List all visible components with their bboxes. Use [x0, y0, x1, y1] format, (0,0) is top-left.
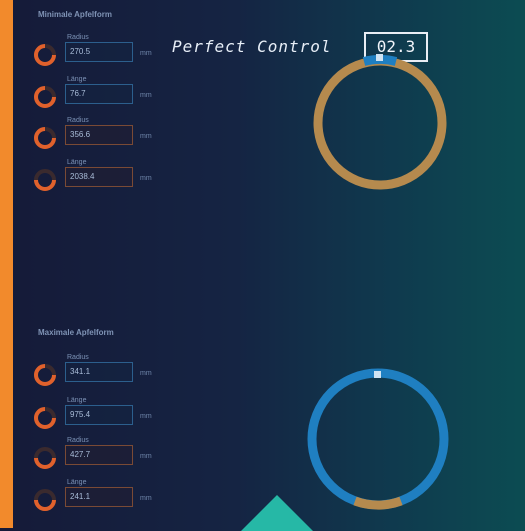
param-min-radius-2: Radius 356.6 mm	[33, 117, 173, 157]
ring-icon	[34, 86, 56, 108]
param-min-length-1: Länge 76.7 mm	[33, 76, 173, 116]
param-max-length-1: Länge 975.4 mm	[33, 397, 173, 437]
unit-label: mm	[140, 370, 152, 377]
minimal-shape-ring	[313, 54, 447, 190]
ring-icon	[34, 364, 56, 386]
param-label: Radius	[67, 354, 89, 361]
unit-label: mm	[140, 495, 152, 502]
unit-label: mm	[140, 133, 152, 140]
param-label: Länge	[67, 76, 87, 83]
triangle-indicator	[241, 495, 313, 531]
ring-marker	[376, 54, 383, 61]
maximal-shape-ring	[307, 368, 449, 510]
param-label: Radius	[67, 117, 89, 124]
length-input[interactable]: 241.1	[65, 487, 133, 507]
param-label: Länge	[67, 397, 87, 404]
section-title-minimal: Minimale Apfelform	[38, 10, 112, 19]
ring-icon	[34, 447, 56, 469]
accent-bar	[0, 0, 13, 528]
ring-icon	[34, 127, 56, 149]
ring-icon	[34, 489, 56, 511]
unit-label: mm	[140, 453, 152, 460]
param-max-radius-1: Radius 341.1 mm	[33, 354, 173, 394]
param-label: Radius	[67, 437, 89, 444]
radius-input[interactable]: 270.5	[65, 42, 133, 62]
unit-label: mm	[140, 92, 152, 99]
param-label: Länge	[67, 159, 87, 166]
radius-input[interactable]: 341.1	[65, 362, 133, 382]
param-max-length-2: Länge 241.1 mm	[33, 479, 173, 519]
param-min-length-2: Länge 2038.4 mm	[33, 159, 173, 199]
length-input[interactable]: 2038.4	[65, 167, 133, 187]
radius-input[interactable]: 427.7	[65, 445, 133, 465]
param-min-radius-1: Radius 270.5 mm	[33, 34, 173, 74]
length-input[interactable]: 76.7	[65, 84, 133, 104]
param-label: Radius	[67, 34, 89, 41]
section-title-maximal: Maximale Apfelform	[38, 328, 114, 337]
unit-label: mm	[140, 50, 152, 57]
radius-input[interactable]: 356.6	[65, 125, 133, 145]
unit-label: mm	[140, 413, 152, 420]
ring-icon	[34, 407, 56, 429]
param-label: Länge	[67, 479, 87, 486]
length-input[interactable]: 975.4	[65, 405, 133, 425]
unit-label: mm	[140, 175, 152, 182]
ring-icon	[34, 169, 56, 191]
ring-icon	[34, 44, 56, 66]
param-max-radius-2: Radius 427.7 mm	[33, 437, 173, 477]
ring-marker	[374, 371, 381, 378]
